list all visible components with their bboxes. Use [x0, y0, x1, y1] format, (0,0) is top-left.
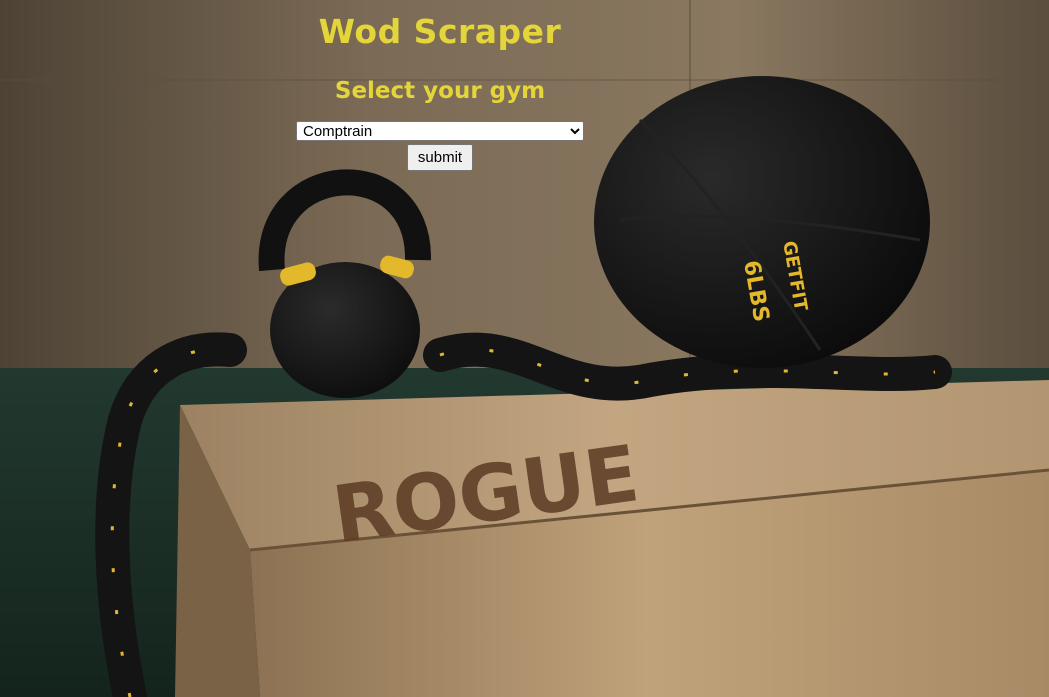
page-title: Wod Scraper	[318, 12, 562, 51]
background-photo: ROGUE 6LBS GETFIT	[0, 0, 1049, 697]
submit-button[interactable]: submit	[407, 144, 473, 171]
gym-select[interactable]: Comptrain	[296, 121, 584, 141]
page-subtitle: Select your gym	[334, 78, 546, 104]
